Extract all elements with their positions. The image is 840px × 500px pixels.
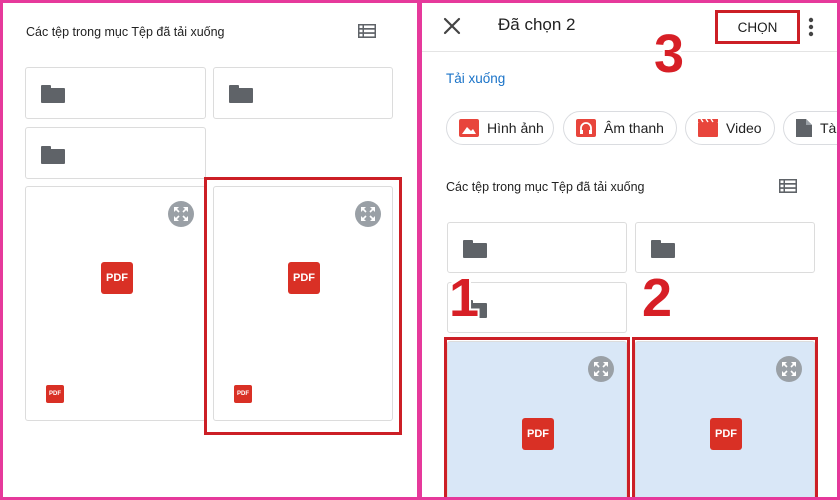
select-button[interactable]: CHỌN [715, 10, 800, 44]
folder-card[interactable] [25, 127, 206, 179]
highlight-box [632, 337, 818, 497]
highlight-box [444, 337, 630, 497]
top-bar: Đã chọn 2 CHỌN [422, 3, 837, 52]
pdf-small-icon: PDF [46, 385, 64, 403]
left-screen: Các tệp trong mục Tệp đã tải xuống PDF P… [3, 3, 417, 497]
folder-card[interactable] [447, 222, 627, 273]
headphones-icon [576, 119, 596, 137]
more-options-icon[interactable] [808, 17, 814, 37]
folder-card[interactable] [213, 67, 393, 119]
filter-chip-images[interactable]: Hình ảnh [446, 111, 554, 145]
pdf-file-card[interactable]: PDF PDF [25, 186, 206, 421]
folder-icon [229, 85, 253, 103]
list-view-icon[interactable] [779, 179, 797, 193]
highlight-box [204, 177, 402, 435]
chip-label: Âm thanh [604, 120, 664, 136]
document-icon [796, 119, 812, 137]
folder-icon [41, 85, 65, 103]
image-icon [459, 119, 479, 137]
chip-label: Video [726, 120, 762, 136]
folder-icon [41, 146, 65, 164]
folder-card[interactable] [635, 222, 815, 273]
page-title: Đã chọn 2 [498, 15, 576, 34]
downloads-link[interactable]: Tải xuống [446, 71, 505, 86]
video-icon [698, 119, 718, 137]
folder-icon [651, 240, 675, 258]
pdf-icon: PDF [101, 262, 133, 294]
folder-icon [463, 240, 487, 258]
chip-label: Tà [820, 120, 837, 136]
right-screen: Đã chọn 2 CHỌN Tải xuống Hình ảnh Âm tha… [422, 3, 837, 497]
filter-chip-video[interactable]: Video [685, 111, 775, 145]
step-number-3: 3 [654, 24, 685, 84]
section-label: Các tệp trong mục Tệp đã tải xuống [446, 180, 645, 194]
filter-chip-audio[interactable]: Âm thanh [563, 111, 677, 145]
filter-chip-documents[interactable]: Tà [783, 111, 837, 145]
expand-icon[interactable] [168, 201, 194, 227]
list-view-icon[interactable] [358, 24, 376, 38]
step-number-2: 2 [642, 268, 673, 328]
close-icon[interactable] [442, 16, 462, 36]
section-label: Các tệp trong mục Tệp đã tải xuống [26, 25, 225, 39]
step-number-1: 1 [449, 268, 480, 328]
chip-label: Hình ảnh [487, 120, 544, 136]
folder-card[interactable] [25, 67, 206, 119]
